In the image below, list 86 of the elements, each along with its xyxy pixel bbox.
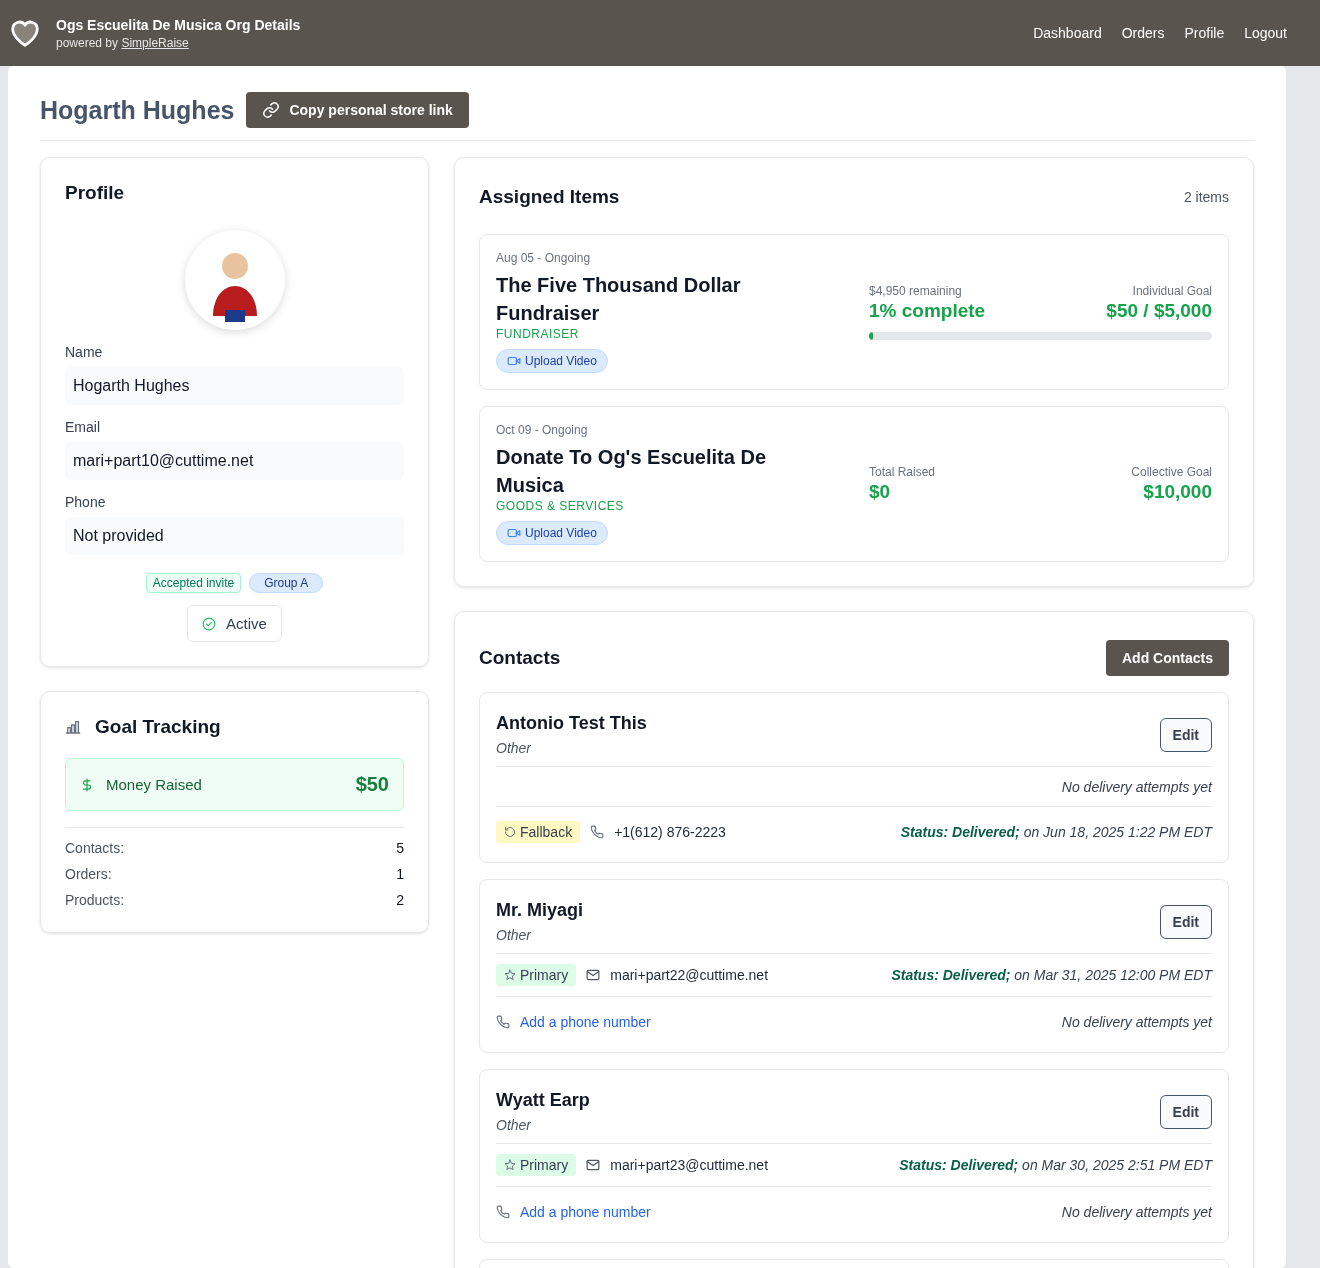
goal-caption: Total Raised xyxy=(869,465,936,479)
page-title: Hogarth Hughes xyxy=(40,95,235,125)
video-camera-icon xyxy=(507,526,521,540)
nav-link[interactable]: Logout xyxy=(1244,25,1287,41)
undo-icon xyxy=(504,825,516,838)
heart-icon xyxy=(8,18,42,48)
add-phone-link[interactable]: Add a phone number xyxy=(520,1013,651,1030)
phone-icon xyxy=(590,824,605,839)
edit-button[interactable]: Edit xyxy=(1159,1094,1212,1129)
contact-detail: mari+part23@cuttime.net xyxy=(610,1157,768,1173)
card-heading: Goal Tracking xyxy=(95,716,221,738)
stat-value: 5 xyxy=(396,840,404,856)
delivery-note: No delivery attempts yet xyxy=(1061,1203,1212,1220)
phone-icon xyxy=(496,1204,510,1219)
nav-link[interactable]: Profile xyxy=(1184,25,1225,41)
stat-label: Contacts: xyxy=(65,840,125,856)
add-phone-link[interactable]: Add a phone number xyxy=(520,1203,651,1220)
card-heading: Profile xyxy=(65,182,126,204)
add-contacts-button[interactable]: Add Contacts xyxy=(1106,640,1229,676)
goal-value: $0 xyxy=(869,481,891,503)
goal-caption: Individual Goal xyxy=(1132,284,1212,298)
contact-name: Antonio Test This xyxy=(496,713,647,734)
envelope-icon xyxy=(586,968,601,982)
field-label: Email xyxy=(65,419,101,435)
delivery-status: Status: Delivered; on Mar 30, 2025 2:51 PM EDT xyxy=(899,1157,1212,1173)
stat-value: 1 xyxy=(396,866,404,882)
status-chip: Active xyxy=(187,605,282,642)
goal-value: $50 / $5,000 xyxy=(1106,300,1212,322)
contact-relation: Other xyxy=(496,927,533,943)
item-dates: Oct 09 - Ongoing xyxy=(496,423,589,437)
item-type: FUNDRAISER xyxy=(496,327,580,341)
goal-value: $10,000 xyxy=(1143,481,1212,503)
edit-button[interactable]: Edit xyxy=(1159,904,1212,939)
stat-value: 2 xyxy=(396,892,404,908)
stat-label: Orders: xyxy=(65,866,112,882)
nav-link[interactable]: Orders xyxy=(1121,25,1165,41)
edit-button[interactable]: Edit xyxy=(1159,717,1212,752)
contact-name: Mr. Miyagi xyxy=(496,900,584,921)
money-value: $50 xyxy=(355,773,389,796)
delivery-note: No delivery attempts yet xyxy=(1061,1013,1212,1030)
goal-caption: $4,950 remaining xyxy=(869,284,962,298)
contact-tag: Primary xyxy=(496,964,577,986)
field-label: Phone xyxy=(65,494,107,510)
contact-relation: Other xyxy=(496,1117,533,1133)
money-label: Money Raised xyxy=(106,776,202,793)
delivery-status: Status: Delivered; on Jun 18, 2025 1:22 PM EDT xyxy=(900,823,1212,840)
phone-icon xyxy=(496,1014,510,1029)
upload-video-button[interactable]: Upload Video xyxy=(496,521,608,545)
field-value: Not provided xyxy=(65,517,404,555)
card-heading: Contacts xyxy=(479,647,561,669)
card-heading: Assigned Items xyxy=(479,186,620,208)
item-title: Donate To Og's Escuelita De Musica xyxy=(496,445,767,498)
powered-by-text: powered by SimpleRaise xyxy=(56,35,190,50)
item-count: 2 items xyxy=(1183,189,1229,205)
upload-video-button[interactable]: Upload Video xyxy=(496,349,608,373)
copy-link-button[interactable]: Copy personal store link xyxy=(246,92,469,128)
contact-tag: Fallback xyxy=(496,820,581,843)
video-camera-icon xyxy=(507,354,521,368)
star-icon xyxy=(504,969,516,981)
goal-value: 1% complete xyxy=(869,300,986,322)
item-dates: Aug 05 - Ongoing xyxy=(496,251,592,265)
stat-label: Products: xyxy=(65,892,125,908)
status-tag: Accepted invite xyxy=(145,573,242,593)
field-value: mari+part10@cuttime.net xyxy=(65,442,404,480)
contact-detail: mari+part22@cuttime.net xyxy=(610,967,768,983)
check-circle-icon xyxy=(202,616,217,631)
contact-tag: Primary xyxy=(496,1154,577,1176)
nav-link[interactable]: Dashboard xyxy=(1033,25,1102,41)
app-title: Ogs Escuelita De Musica Org Details xyxy=(56,16,301,33)
link-icon xyxy=(262,101,281,119)
field-label: Name xyxy=(65,344,104,360)
status-tag: Group A xyxy=(249,573,324,593)
dollar-icon xyxy=(80,777,94,792)
contact-detail: +1(612) 876-2223 xyxy=(614,823,726,840)
envelope-icon xyxy=(586,1158,601,1172)
item-type: GOODS & SERVICES xyxy=(496,499,625,513)
bar-chart-icon xyxy=(65,719,81,735)
field-value: Hogarth Hughes xyxy=(65,367,404,405)
delivery-note: No delivery attempts yet xyxy=(1061,778,1212,795)
goal-caption: Collective Goal xyxy=(1131,465,1212,479)
brand-link[interactable]: SimpleRaise xyxy=(121,35,189,50)
contact-name: Wyatt Earp xyxy=(496,1090,590,1111)
contact-relation: Other xyxy=(496,740,533,756)
star-icon xyxy=(504,1159,516,1171)
delivery-status: Status: Delivered; on Mar 31, 2025 12:00 PM EDT xyxy=(891,967,1212,983)
item-title: The Five Thousand Dollar Fundraiser xyxy=(496,273,742,326)
